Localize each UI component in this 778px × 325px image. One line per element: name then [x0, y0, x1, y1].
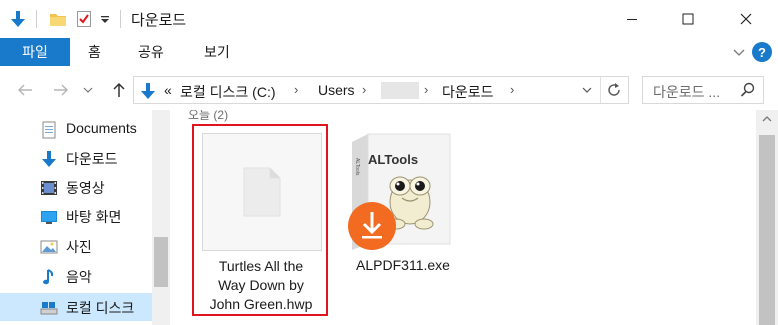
redacted-username	[381, 82, 419, 99]
tab-home[interactable]: 홈	[88, 38, 101, 66]
file-item-hwp[interactable]: Turtles All the Way Down by John Green.h…	[192, 124, 328, 316]
ribbon: 파일 홈 공유 보기 ?	[0, 38, 778, 66]
breadcrumb-chevron-icon[interactable]: ›	[510, 82, 514, 97]
navigation-pane: Documents 다운로드 동영상 바탕 화면 사진 음악 로컬 디스크	[0, 110, 170, 325]
down-arrow-icon[interactable]	[8, 8, 28, 30]
close-icon	[740, 13, 752, 25]
forward-arrow-icon	[54, 84, 68, 96]
download-icon	[42, 151, 56, 167]
nav-item-local-disk[interactable]: 로컬 디스크	[0, 293, 152, 321]
nav-item-label: 바탕 화면	[66, 209, 122, 225]
nav-item-videos[interactable]: 동영상	[0, 173, 152, 201]
address-dropdown-icon[interactable]	[582, 83, 592, 100]
breadcrumb-chevron-icon[interactable]: ›	[294, 82, 298, 97]
nav-item-documents[interactable]: Documents	[0, 115, 152, 143]
back-arrow-icon	[18, 84, 32, 96]
address-overflow[interactable]: «	[164, 82, 172, 98]
nav-item-desktop[interactable]: 바탕 화면	[0, 202, 152, 230]
folder-icon[interactable]	[48, 8, 68, 30]
nav-item-label: 음악	[66, 269, 92, 285]
box-brand-text: ALTools	[368, 152, 418, 167]
expand-ribbon-chevron-icon[interactable]	[730, 43, 748, 61]
divider	[120, 10, 121, 28]
breadcrumb-downloads[interactable]: 다운로드	[442, 82, 494, 102]
chevron-down-icon	[83, 87, 93, 93]
minimize-icon	[627, 19, 637, 20]
search-placeholder: 다운로드 ...	[653, 84, 721, 100]
breadcrumb-chevron-icon[interactable]: ›	[424, 82, 428, 97]
maximize-button[interactable]	[664, 0, 712, 38]
nav-item-music[interactable]: 음악	[0, 262, 152, 290]
nav-item-label: 로컬 디스크	[66, 300, 135, 316]
music-icon	[43, 269, 54, 285]
divider	[36, 10, 37, 28]
nav-item-label: 사진	[66, 239, 92, 255]
local-disk-icon	[40, 302, 58, 315]
search-input[interactable]: 다운로드 ...	[642, 76, 764, 104]
window-title: 다운로드	[131, 12, 187, 29]
recent-locations-button[interactable]	[80, 79, 96, 101]
maximize-icon	[682, 13, 694, 25]
box-side-text: ALTools	[354, 158, 360, 176]
title-bar: 다운로드	[0, 0, 778, 38]
divider	[600, 77, 601, 103]
content-scroll-thumb[interactable]	[759, 135, 775, 325]
file-item-exe[interactable]: ALTools ALTools ALPDF311.exe	[336, 126, 468, 286]
nav-pane-scrollbar[interactable]	[152, 110, 170, 325]
documents-icon	[42, 121, 56, 139]
tab-file[interactable]: 파일	[0, 38, 70, 66]
address-row: « 로컬 디스크 (C:) › Users › › 다운로드 › 다운로드 ..…	[0, 70, 778, 110]
address-bar[interactable]: « 로컬 디스크 (C:) › Users › › 다운로드 ›	[133, 76, 629, 104]
file-thumbnail	[202, 133, 322, 251]
desktop-icon	[41, 211, 57, 224]
breadcrumb-users[interactable]: Users	[318, 82, 355, 98]
scroll-up-arrow-icon[interactable]	[762, 114, 772, 124]
group-header[interactable]: 오늘 (2)	[188, 110, 228, 123]
forward-button[interactable]	[50, 79, 72, 101]
close-button[interactable]	[722, 0, 770, 38]
download-folder-icon	[140, 82, 156, 103]
breadcrumb-chevron-icon[interactable]: ›	[362, 82, 366, 97]
up-button[interactable]	[108, 79, 130, 101]
minimize-button[interactable]	[608, 0, 656, 38]
video-icon	[41, 181, 57, 195]
installer-box-icon: ALTools ALTools	[348, 133, 451, 250]
file-name-line: John Green.hwp	[209, 296, 313, 312]
file-name-line: ALPDF311.exe	[356, 257, 450, 273]
tab-view[interactable]: 보기	[204, 38, 230, 66]
breadcrumb-local-disk[interactable]: 로컬 디스크 (C:)	[180, 82, 276, 102]
properties-icon[interactable]	[74, 8, 94, 30]
help-button[interactable]: ?	[752, 42, 772, 62]
content-scrollbar[interactable]	[756, 110, 778, 325]
blank-document-icon	[243, 167, 281, 217]
up-arrow-icon	[113, 82, 125, 97]
nav-item-pictures[interactable]: 사진	[0, 232, 152, 260]
search-icon[interactable]	[740, 82, 756, 101]
nav-item-downloads[interactable]: 다운로드	[0, 144, 152, 172]
file-name-line: Way Down by	[218, 277, 304, 293]
back-button[interactable]	[14, 79, 36, 101]
nav-item-label: Documents	[66, 120, 137, 136]
file-name-line: Turtles All the	[218, 258, 304, 274]
file-list: 오늘 (2) Turtles All the Way Down by John …	[170, 110, 756, 325]
customize-dropdown-icon[interactable]	[98, 8, 112, 30]
nav-item-label: 다운로드	[66, 151, 118, 167]
nav-pane-scroll-thumb[interactable]	[154, 237, 168, 287]
nav-item-label: 동영상	[66, 180, 105, 196]
tab-share[interactable]: 공유	[138, 38, 164, 66]
refresh-icon[interactable]	[606, 82, 622, 101]
pictures-icon	[40, 240, 58, 254]
